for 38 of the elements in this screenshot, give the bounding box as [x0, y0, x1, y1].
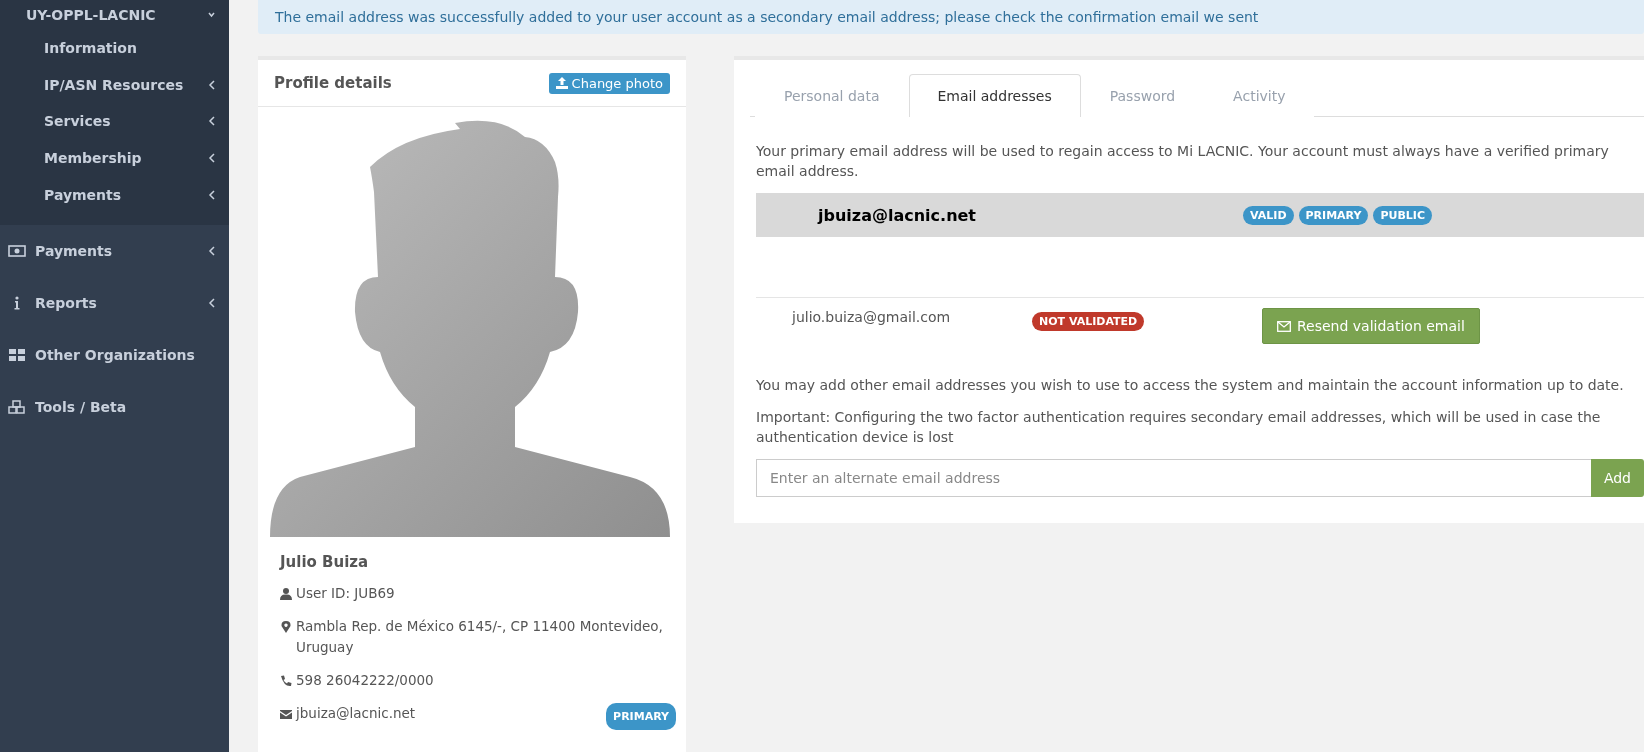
user-icon: [280, 588, 292, 600]
email-address: jbuiza@lacnic.net: [296, 704, 416, 723]
sidebar-subitem[interactable]: IP/ASN Resources: [0, 66, 229, 104]
status-badge: NOT VALIDATED: [1032, 312, 1145, 331]
sidebar-subitem[interactable]: Payments: [0, 176, 229, 213]
sidebar-subitem[interactable]: Information: [0, 30, 229, 67]
postal-address: Rambla Rep. de México 6145/-, CP 11400 Montevideo, Uruguay: [296, 617, 664, 657]
intro-text: Your primary email address will be used to regain access to Mi LACNIC. Your account must always have a verified primary email address.: [755, 142, 1610, 181]
status-badge: VALID: [1243, 205, 1294, 225]
grid-icon: [8, 347, 26, 362]
sidebar-subitem[interactable]: Services: [0, 103, 229, 140]
status-badge: PRIMARY: [606, 703, 676, 730]
cubes-icon: [8, 399, 26, 414]
sidebar-item[interactable]: Reports: [0, 276, 229, 329]
user-name: Julio Buiza: [280, 553, 370, 571]
envelope-icon: [1277, 320, 1291, 332]
card-title: Profile details: [274, 74, 392, 92]
envelope-icon: [280, 708, 292, 720]
map-pin-icon: [280, 621, 292, 633]
email-address: julio.buiza@gmail.com: [792, 309, 952, 325]
sidebar-item[interactable]: Tools / Beta: [0, 380, 229, 433]
sidebar-item[interactable]: Payments: [0, 224, 229, 277]
sidebar-item[interactable]: UY-OPPL-LACNIC: [0, 0, 229, 30]
sidebar-item[interactable]: Other Organizations: [0, 328, 229, 381]
status-badge: PRIMARY: [1298, 205, 1369, 225]
phone-icon: [280, 675, 292, 687]
sidebar-subitem[interactable]: Membership: [0, 139, 229, 177]
note-text: You may add other email addresses you wish to use to access the system and maintain the account information up to date.: [755, 376, 1625, 395]
email-address: jbuiza@lacnic.net: [818, 205, 977, 225]
email-input-field[interactable]: Enter an alternate email address: [756, 459, 1591, 497]
note-text: Important: Configuring the two factor authentication requires secondary email addresses, which will be used in case the authentication device is lost: [755, 408, 1602, 447]
banknote-icon: [8, 243, 26, 258]
phone-number: 598 26042222/0000: [296, 671, 434, 690]
status-badge: PUBLIC: [1373, 205, 1432, 225]
success-alert: The email address was successfully added to your user account as a secondary email address; please check the confirmation email we sent: [258, 0, 1644, 34]
tab[interactable]: Email addresses: [908, 74, 1081, 117]
user-id: User ID: JUB69: [296, 584, 395, 603]
upload-icon: [555, 77, 568, 89]
